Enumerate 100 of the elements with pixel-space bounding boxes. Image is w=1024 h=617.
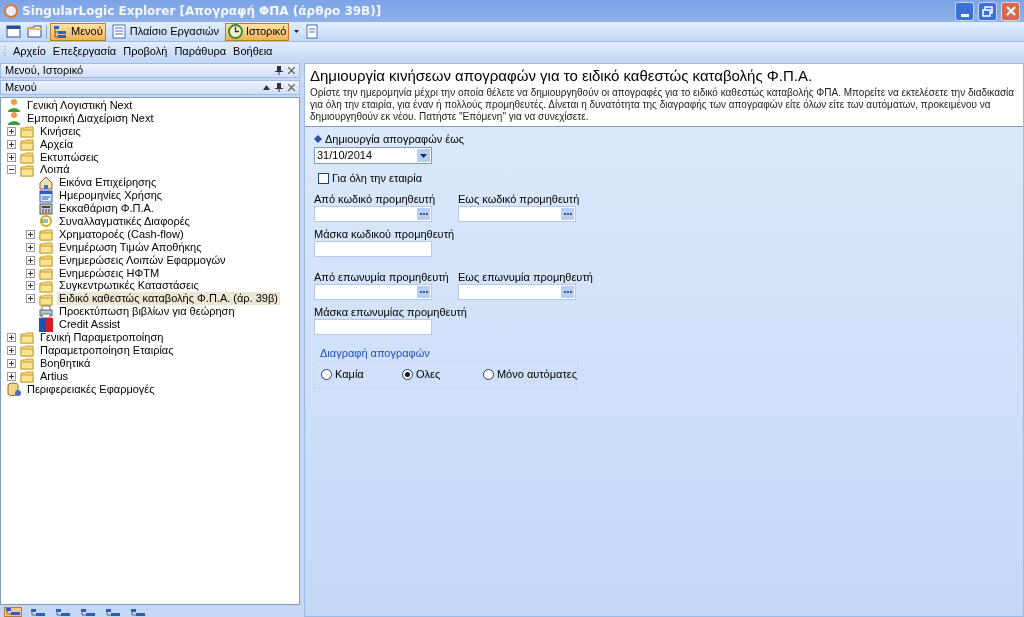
- currency-icon: [39, 214, 53, 229]
- tree-item[interactable]: Γενική Παραμετροποίηση: [38, 331, 166, 344]
- tree-item[interactable]: Εικόνα Επιχείρησης: [57, 176, 159, 190]
- menu-item[interactable]: Προβολή: [123, 42, 168, 60]
- view-tab[interactable]: [54, 607, 72, 617]
- tree-icon: [56, 609, 70, 617]
- toolbar-button[interactable]: Ιστορικό: [224, 22, 290, 41]
- tree-item[interactable]: Συναλλαγματικές Διαφορές: [57, 214, 192, 228]
- lookup-field[interactable]: [458, 206, 576, 222]
- expand-icon[interactable]: [26, 255, 35, 265]
- close-icon[interactable]: [288, 84, 295, 91]
- tree-icon: [53, 24, 68, 39]
- radio-button[interactable]: [321, 369, 332, 380]
- description-text: Ορίστε την ημερομηνία μέχρι την οποία θέλετε να δημιουργηθούν οι απογραφές για το ειδικό καθεστώς καταβολής ΦΠΑ. Μπορείτε να εκτελέσετε την διαδικασία για όλη την εταιρία, για έναν ή πολλούς προμηθευτές. Δίνεται η δυνατότητα της διαγραφής των απογραφών είτε όλων είτε των αυτόματων, προκειμένου να δημιουργηθούν εκ νέου. Πατήστε "Επόμενη" για να συνεχίσετε.: [310, 87, 1016, 123]
- folder-icon: [26, 24, 42, 39]
- tree-item[interactable]: Προεκτύπωση βιβλίων για θεώρηση: [57, 305, 237, 319]
- folder-icon: [20, 150, 34, 164]
- person-icon: [7, 111, 21, 126]
- menu-item[interactable]: Βοήθεια: [233, 42, 273, 60]
- tree-item[interactable]: Credit Assist: [57, 318, 123, 332]
- lookup-field[interactable]: [458, 284, 576, 300]
- house-icon: [39, 175, 53, 190]
- field-label: Μάσκα επωνυμίας προμηθευτή: [314, 305, 467, 317]
- tree-item[interactable]: Γενική Λογιστική Next: [25, 98, 135, 112]
- tree-item[interactable]: Περιφερειακές Εφαρμογές: [25, 382, 157, 396]
- tree-item[interactable]: Χρηματοροές (Cash-flow): [57, 227, 186, 241]
- caret-icon: [420, 153, 427, 158]
- input-field[interactable]: [314, 241, 432, 257]
- radio-button[interactable]: [401, 369, 413, 380]
- tree-item[interactable]: Βοηθητικά: [38, 356, 93, 370]
- folder-icon: [20, 330, 34, 345]
- input-field[interactable]: [314, 319, 432, 335]
- tree-item[interactable]: Εκκαθάριση Φ.Π.Α.: [57, 202, 156, 216]
- expand-icon[interactable]: [26, 281, 35, 291]
- tree-item[interactable]: Artius: [38, 369, 71, 383]
- radio-label: Μόνο αυτόματες: [496, 367, 577, 383]
- view-tab[interactable]: [104, 607, 122, 617]
- tree-item[interactable]: Ενημέρωση Τιμών Αποθήκης: [57, 240, 204, 254]
- expand-icon[interactable]: [7, 126, 16, 136]
- pin-icon[interactable]: [275, 66, 283, 75]
- view-tab[interactable]: [79, 607, 97, 617]
- checkbox[interactable]: [318, 173, 329, 184]
- minimize-button[interactable]: [955, 1, 974, 21]
- tree-item[interactable]: Εκτυπώσεις: [38, 150, 101, 164]
- expand-icon[interactable]: [7, 358, 16, 368]
- toolbar-button[interactable]: Πλαίσιο Εργασιών: [108, 22, 222, 41]
- field-label: Από επωνυμία προμηθευτή: [314, 270, 449, 282]
- tree-item[interactable]: Ενημερώσεις ΗΦΤΜ: [57, 266, 162, 280]
- tree-icon: [6, 608, 20, 616]
- lookup-field[interactable]: [314, 206, 432, 222]
- expand-icon[interactable]: [7, 139, 16, 149]
- expand-icon[interactable]: [7, 371, 16, 381]
- folder-icon: [39, 266, 53, 281]
- collapse-icon[interactable]: [7, 165, 16, 175]
- tree-item[interactable]: Παραμετροποίηση Εταιρίας: [38, 343, 176, 357]
- folder-icon: [20, 124, 34, 139]
- view-tab[interactable]: [4, 607, 22, 617]
- folder-icon: [39, 227, 53, 242]
- expand-icon[interactable]: [26, 242, 35, 252]
- restore-button[interactable]: [978, 1, 997, 21]
- toolbar-button[interactable]: Μενού: [50, 22, 106, 41]
- calendar-icon: [39, 188, 53, 203]
- menu-item[interactable]: Παράθυρα: [174, 42, 227, 60]
- clock-icon: [227, 24, 243, 39]
- calculator-icon: [39, 201, 53, 216]
- menu-item[interactable]: Αρχείο: [13, 42, 46, 60]
- tree-item[interactable]: Αρχεία: [38, 137, 76, 151]
- tree-item[interactable]: Ημερομηνίες Χρήσης: [57, 189, 165, 203]
- view-tab[interactable]: [29, 607, 47, 617]
- tree-item[interactable]: Εμπορική Διαχείριση Next: [25, 111, 156, 125]
- lookup-field[interactable]: [314, 284, 432, 300]
- tree-item[interactable]: Ειδικό καθεστώς καταβολής Φ.Π.Α. (άρ. 39β): [57, 292, 280, 306]
- date-combobox[interactable]: 31/10/2014: [314, 147, 432, 164]
- field-label: Δημιουργία απογραφών έως: [325, 131, 465, 147]
- close-button[interactable]: [1001, 1, 1020, 21]
- field-label: Εως επωνυμία προμηθευτή: [458, 270, 593, 282]
- expand-icon[interactable]: [7, 345, 16, 355]
- tree-item[interactable]: Συγκεντρωτικές Καταστάσεις: [57, 279, 201, 293]
- close-icon[interactable]: [288, 67, 295, 74]
- page-icon: [304, 24, 320, 39]
- tree-item[interactable]: Λοιπά: [38, 163, 72, 177]
- expand-icon[interactable]: [7, 332, 16, 342]
- expand-icon[interactable]: [26, 294, 35, 304]
- tree-item[interactable]: Ενημερώσεις Λοιπών Εφαρμογών: [57, 253, 228, 267]
- collapse-icon[interactable]: [263, 85, 270, 90]
- expand-icon[interactable]: [26, 268, 35, 278]
- folder-icon: [39, 291, 53, 306]
- menu-item[interactable]: Επεξεργασία: [52, 42, 117, 60]
- toolbar-button[interactable]: [4, 22, 22, 41]
- folder-icon: [20, 369, 34, 384]
- restore-icon: [982, 5, 993, 17]
- diamond-icon: [314, 135, 322, 143]
- pin-icon[interactable]: [275, 83, 283, 92]
- radio-button[interactable]: [482, 369, 494, 380]
- expand-icon[interactable]: [7, 152, 16, 162]
- expand-icon[interactable]: [26, 229, 35, 239]
- field-label: Εως κωδικό προμηθευτή: [458, 192, 580, 204]
- field-label: Μάσκα κωδικού προμηθευτή: [314, 227, 455, 239]
- tree-item[interactable]: Κινήσεις: [38, 124, 83, 138]
- view-tab[interactable]: [129, 607, 147, 617]
